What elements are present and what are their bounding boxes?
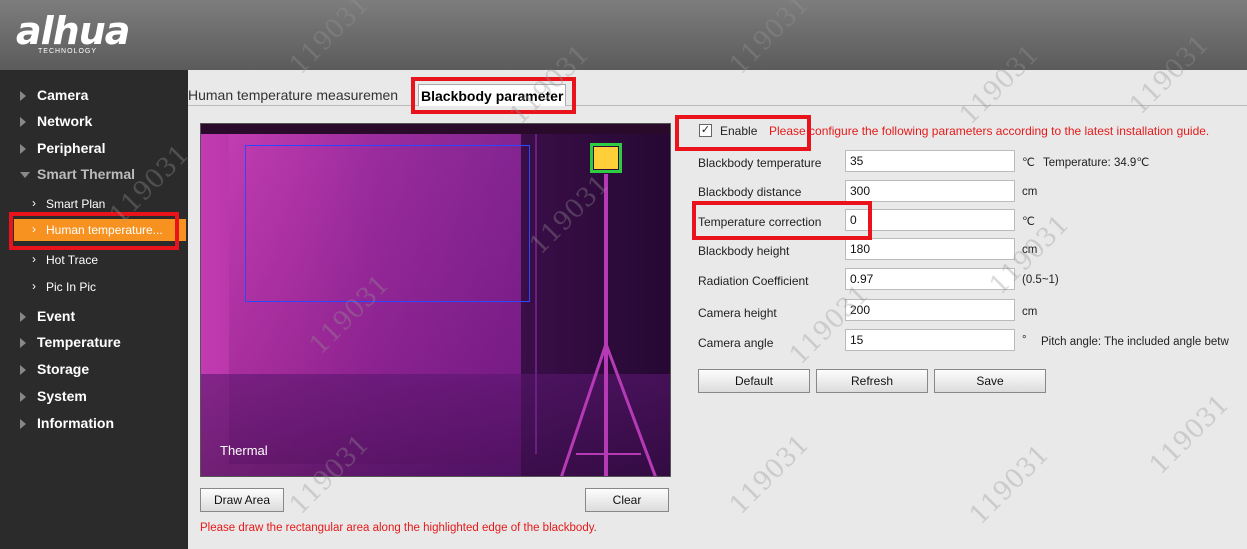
dahua-logo: alhua TECHNOLOGY	[16, 9, 130, 55]
chevron-right-icon: ›	[32, 196, 36, 210]
sidebar-subitem-hot-trace[interactable]: › Hot Trace	[14, 249, 186, 271]
draw-area-button[interactable]: Draw Area	[200, 488, 284, 512]
tripod-leg-right	[604, 343, 657, 476]
sidebar-item-storage[interactable]: Storage	[0, 357, 188, 383]
sidebar-item-label: Storage	[37, 361, 90, 377]
clear-button[interactable]: Clear	[585, 488, 669, 512]
blackbody-temperature-label: Blackbody temperature	[698, 156, 822, 170]
chevron-right-icon: ›	[32, 279, 36, 293]
blackbody-height-input[interactable]: 180	[845, 238, 1015, 260]
sidebar-item-smart-thermal[interactable]: Smart Thermal	[0, 162, 188, 188]
radiation-coefficient-range: (0.5~1)	[1022, 274, 1059, 286]
enable-checkbox[interactable]: ✓	[699, 124, 712, 137]
sidebar-item-label: System	[37, 388, 87, 404]
sidebar-item-label: Camera	[37, 87, 89, 103]
sidebar-subitem-label: Hot Trace	[46, 253, 99, 267]
sidebar-item-label: Temperature	[37, 334, 121, 350]
camera-angle-unit: °	[1022, 334, 1027, 346]
expand-arrow-icon	[20, 117, 26, 127]
expand-arrow-icon	[20, 338, 26, 348]
radiation-coefficient-input[interactable]: 0.97	[845, 268, 1015, 290]
sidebar: Camera Network Peripheral Smart Thermal …	[0, 70, 188, 549]
temperature-correction-label: Temperature correction	[698, 215, 822, 229]
sidebar-subitem-smart-plan[interactable]: › Smart Plan	[14, 193, 186, 215]
expand-arrow-icon	[20, 312, 26, 322]
blackbody-temperature-unit: ℃	[1022, 157, 1035, 169]
enable-note: Please configure the following parameter…	[769, 124, 1210, 138]
sidebar-subitem-label: Smart Plan	[46, 197, 106, 211]
expand-arrow-icon	[20, 392, 26, 402]
sidebar-item-camera[interactable]: Camera	[0, 83, 188, 109]
refresh-button[interactable]: Refresh	[816, 369, 928, 393]
logo-text: alhua	[16, 9, 130, 53]
sidebar-item-temperature[interactable]: Temperature	[0, 330, 188, 356]
expand-arrow-icon	[20, 419, 26, 429]
temperature-correction-unit: ℃	[1022, 216, 1035, 228]
expand-arrow-icon	[20, 365, 26, 375]
blackbody-height-unit: cm	[1022, 244, 1038, 256]
camera-height-input[interactable]: 200	[845, 299, 1015, 321]
sidebar-item-network[interactable]: Network	[0, 109, 188, 135]
expand-arrow-icon	[20, 91, 26, 101]
camera-angle-label: Camera angle	[698, 336, 774, 350]
sidebar-subitem-pic-in-pic[interactable]: › Pic In Pic	[14, 276, 186, 298]
camera-height-unit: cm	[1022, 306, 1038, 318]
enable-label: Enable	[720, 124, 758, 138]
sidebar-subitem-label: Pic In Pic	[46, 280, 97, 294]
blackbody-distance-input[interactable]: 300	[845, 180, 1015, 202]
sidebar-item-label: Event	[37, 308, 76, 324]
tripod-leg-left	[560, 343, 608, 476]
blackbody-height-label: Blackbody height	[698, 244, 790, 258]
pitch-angle-description: Pitch angle: The included angle betw	[1041, 336, 1229, 348]
blackbody-distance-label: Blackbody distance	[698, 185, 802, 199]
thermal-video-preview[interactable]: Thermal	[200, 123, 671, 477]
sidebar-item-information[interactable]: Information	[0, 411, 188, 437]
temperature-correction-input[interactable]: 0	[845, 209, 1015, 231]
thermal-label: Thermal	[220, 443, 268, 458]
collapse-arrow-icon	[20, 172, 30, 178]
camera-height-label: Camera height	[698, 306, 777, 320]
sidebar-item-label: Network	[37, 113, 93, 129]
sidebar-item-system[interactable]: System	[0, 384, 188, 410]
sidebar-subitem-human-temperature[interactable]: › Human temperature...	[14, 219, 186, 241]
sidebar-item-label: Information	[37, 415, 114, 431]
sidebar-item-event[interactable]: Event	[0, 304, 188, 330]
tab-blackbody-parameter[interactable]: Blackbody parameter	[418, 84, 567, 106]
sidebar-item-label: Smart Thermal	[37, 166, 136, 182]
draw-area-hint: Please draw the rectangular area along t…	[200, 522, 597, 534]
sidebar-item-peripheral[interactable]: Peripheral	[0, 136, 188, 162]
radiation-coefficient-label: Radiation Coefficient	[698, 274, 809, 288]
save-button[interactable]: Save	[934, 369, 1046, 393]
main-content: Human temperature measuremen Blackbody p…	[188, 70, 1247, 549]
sidebar-subitem-label: Human temperature...	[46, 223, 163, 237]
detection-area-rectangle[interactable]	[245, 145, 530, 302]
tab-bar: Human temperature measuremen Blackbody p…	[188, 84, 1247, 106]
top-header: alhua TECHNOLOGY	[0, 0, 1247, 70]
chevron-right-icon: ›	[32, 252, 36, 266]
tab-human-temperature[interactable]: Human temperature measuremen	[188, 84, 398, 106]
chevron-right-icon: ›	[32, 222, 36, 236]
camera-angle-input[interactable]: 15	[845, 329, 1015, 351]
default-button[interactable]: Default	[698, 369, 810, 393]
blackbody-temperature-input[interactable]: 35	[845, 150, 1015, 172]
expand-arrow-icon	[20, 144, 26, 154]
current-temperature-readout: Temperature: 34.9℃	[1043, 157, 1150, 169]
blackbody-hotspot	[594, 147, 618, 169]
sidebar-item-label: Peripheral	[37, 140, 106, 156]
blackbody-distance-unit: cm	[1022, 186, 1038, 198]
